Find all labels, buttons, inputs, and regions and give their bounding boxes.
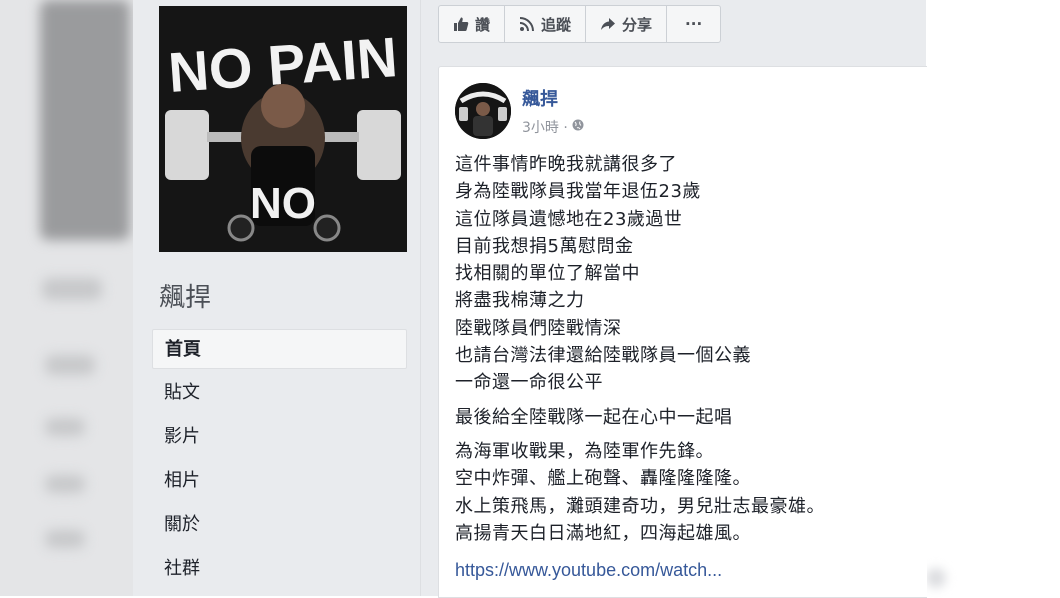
- post-line: 這件事情昨晚我就講很多了: [455, 154, 677, 175]
- post-line: 一命還一命很公平: [455, 372, 603, 394]
- page-profile-image[interactable]: NO PAIN NO: [159, 6, 407, 252]
- post-card: 飆捍 3小時 · 這件事情昨晚我就講很多了 身為陸戰隊員我當年退伍23歲 這位隊…: [438, 66, 927, 598]
- post-meta: 3小時 ·: [522, 117, 584, 137]
- more-button[interactable]: ···: [667, 6, 720, 42]
- share-button[interactable]: 分享: [586, 6, 668, 42]
- follow-label: 追蹤: [541, 15, 572, 34]
- blurred-shape: [45, 530, 85, 548]
- post-paragraph: 最後給全陸戰隊一起在心中一起唱: [455, 404, 915, 431]
- post-line: 陸戰隊員們陸戰情深: [455, 317, 622, 339]
- avatar[interactable]: [455, 83, 511, 139]
- post-line: 水上策飛馬，灘頭建奇功，男兒壯志最豪雄。: [455, 495, 825, 517]
- post-author[interactable]: 飆捍: [522, 85, 558, 111]
- share-label: 分享: [622, 15, 653, 34]
- like-label: 讚: [475, 15, 491, 34]
- thumbs-up-icon: [453, 16, 469, 32]
- cover-text-bottom: NO: [250, 179, 316, 228]
- post-line: 為海軍收戰果，為陸軍作先鋒。: [455, 440, 714, 462]
- blurred-shape: [45, 355, 95, 375]
- nav-item-about[interactable]: 關於: [152, 505, 407, 545]
- post-paragraph: 為海軍收戰果，為陸軍作先鋒。 空中炸彈、艦上砲聲、轟隆隆隆隆。 水上策飛馬，灘頭…: [455, 438, 915, 547]
- post-line: 找相關的單位了解當中: [455, 263, 640, 285]
- share-arrow-icon: [600, 16, 616, 32]
- rss-icon: [519, 16, 535, 32]
- blurred-backdrop-right: [926, 0, 1060, 596]
- nav-item-posts[interactable]: 貼文: [152, 373, 407, 413]
- blurred-shape: [42, 278, 102, 300]
- nav-item-community[interactable]: 社群: [152, 549, 407, 589]
- post-time[interactable]: 3小時 ·: [522, 117, 568, 137]
- like-button[interactable]: 讚: [439, 6, 506, 42]
- facebook-page: NO PAIN NO 飆捍 首頁 貼文 影片 相片 關於 社群 讚 追蹤 分享 …: [133, 0, 927, 598]
- nav-item-videos[interactable]: 影片: [152, 417, 407, 457]
- post-line: 空中炸彈、艦上砲聲、轟隆隆隆隆。: [455, 468, 751, 490]
- nav-item-photos[interactable]: 相片: [152, 461, 407, 501]
- post-line: 這位隊員遺憾地在23歲過世: [455, 208, 683, 230]
- post-line: 最後給全陸戰隊一起在心中一起唱: [455, 406, 733, 428]
- post-paragraph: 這件事情昨晚我就講很多了 身為陸戰隊員我當年退伍23歲 這位隊員遺憾地在23歲過…: [455, 151, 915, 397]
- blurred-shape: [45, 475, 85, 493]
- page-action-bar: 讚 追蹤 分享 ···: [438, 5, 722, 43]
- blurred-backdrop-left: [0, 0, 133, 596]
- column-divider: [420, 0, 421, 596]
- page-nav: 首頁 貼文 影片 相片 關於 社群: [152, 329, 407, 593]
- blurred-shape: [45, 418, 85, 436]
- post-body: 這件事情昨晚我就講很多了 身為陸戰隊員我當年退伍23歲 這位隊員遺憾地在23歲過…: [455, 151, 915, 584]
- globe-icon[interactable]: [572, 119, 584, 135]
- avatar-graphic: [455, 83, 511, 139]
- post-line: 將盡我棉薄之力: [455, 290, 585, 312]
- post-link[interactable]: https://www.youtube.com/watch...: [455, 557, 915, 584]
- page-name: 飆捍: [159, 283, 212, 313]
- profile-photo-graphic: NO PAIN NO: [159, 6, 407, 252]
- follow-button[interactable]: 追蹤: [505, 6, 587, 42]
- post-line: 也請台灣法律還給陸戰隊員一個公義: [455, 345, 751, 367]
- post-line: 身為陸戰隊員我當年退伍23歲: [455, 181, 701, 203]
- blurred-shape: [926, 568, 946, 588]
- post-line: 目前我想捐5萬慰問金: [455, 235, 634, 257]
- nav-item-home[interactable]: 首頁: [152, 329, 407, 369]
- post-line: 高揚青天白日滿地紅，四海起雄風。: [455, 522, 751, 544]
- blurred-shape: [40, 0, 130, 240]
